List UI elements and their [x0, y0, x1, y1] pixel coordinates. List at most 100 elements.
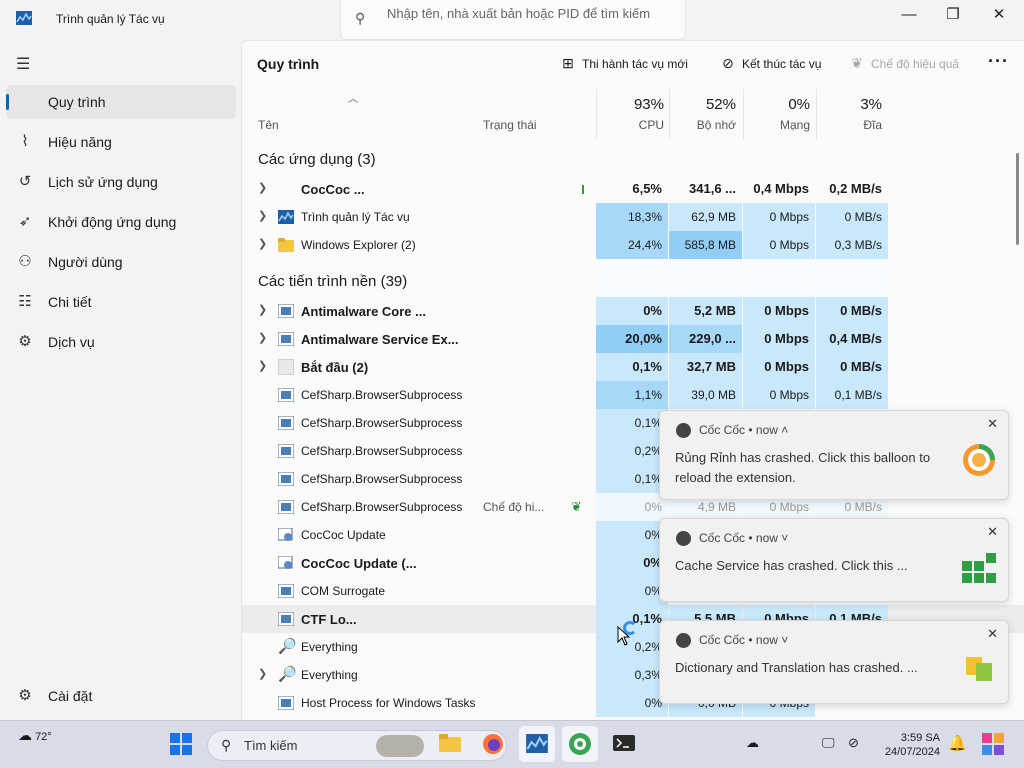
table-row[interactable]: ❯ Antimalware Core ... 0% 5,2 MB 0 Mbps … — [242, 297, 1024, 325]
table-row[interactable]: ❯ Bắt đầu (2) 0,1% 32,7 MB 0 Mbps 0 MB/s — [242, 353, 1024, 381]
terminal-button[interactable] — [606, 726, 642, 762]
column-network[interactable]: Mạng — [743, 118, 810, 132]
sidebar-item-label: Quy trình — [48, 94, 106, 110]
process-name: CefSharp.BrowserSubprocess — [301, 472, 463, 486]
onedrive-icon[interactable]: ☁ — [746, 735, 759, 751]
notification-toast[interactable]: Cốc Cốc • now ˅ ✕ Dictionary and Transla… — [659, 620, 1009, 704]
display-icon[interactable]: 🖵 — [822, 735, 835, 751]
table-row[interactable]: ❯ CocCoc ... 6,5% 341,6 ... 0,4 Mbps 0,2… — [242, 175, 1024, 203]
sidebar-item-users[interactable]: ⚇ Người dùng — [6, 245, 236, 279]
chevron-right-icon[interactable]: ❯ — [258, 237, 267, 250]
efficiency-mode-button[interactable]: ❦ Chế độ hiệu quả — [849, 55, 959, 72]
task-manager-icon — [526, 734, 548, 753]
efficiency-mode-label: Chế độ hiệu quả — [871, 57, 960, 71]
column-cpu[interactable]: CPU — [596, 118, 664, 132]
sidebar-item-services[interactable]: ⚙ Dịch vụ — [6, 325, 236, 359]
service-window-icon — [278, 696, 294, 710]
search-input[interactable]: ⚲ Nhập tên, nhà xuất bản hoặc PID để tìm… — [340, 0, 686, 40]
clock[interactable]: 3:59 SA 24/07/2024 — [878, 731, 940, 759]
sidebar-item-history[interactable]: ↺ Lịch sử ứng dụng — [6, 165, 236, 199]
chevron-right-icon[interactable]: ❯ — [258, 359, 267, 372]
weather-widget[interactable]: ☁ 72° — [18, 727, 52, 744]
cpu-cell: 0,1% — [596, 409, 668, 437]
sidebar-item-startup[interactable]: ➶ Khởi động ứng dụng — [6, 205, 236, 239]
process-name: CefSharp.BrowserSubprocess — [301, 444, 463, 458]
hamburger-menu-icon[interactable]: ☰ — [16, 54, 30, 74]
run-new-task-button[interactable]: ⊞ Thi hành tác vụ mới — [560, 55, 688, 72]
sidebar-item-processes[interactable]: Quy trình — [6, 85, 236, 119]
close-icon[interactable]: ✕ — [987, 416, 998, 432]
column-name[interactable]: Tên — [258, 118, 279, 132]
coccoc-browser-button[interactable] — [562, 726, 598, 762]
sidebar-item-label: Hiệu năng — [48, 134, 112, 150]
memory-total: 52% — [705, 96, 736, 113]
close-icon[interactable]: ✕ — [987, 524, 998, 540]
sidebar-item-label: Khởi động ứng dụng — [48, 214, 177, 230]
column-status[interactable]: Trạng thái — [483, 118, 537, 132]
end-task-button[interactable]: ⊘ Kết thúc tác vụ — [720, 55, 821, 72]
startup-icon: ➶ — [18, 213, 32, 230]
scrollbar[interactable] — [1016, 153, 1019, 245]
settings-button[interactable]: ⚙ Cài đặt — [6, 679, 236, 713]
cache-service-icon — [962, 553, 996, 583]
disk-cell: 0,3 MB/s — [816, 231, 888, 259]
chevron-right-icon[interactable]: ❯ — [258, 303, 267, 316]
table-row[interactable]: ❯ Antimalware Service Ex... 20,0% 229,0 … — [242, 325, 1024, 353]
users-icon: ⚇ — [18, 253, 32, 270]
chevron-right-icon[interactable]: ❯ — [258, 181, 267, 194]
notification-bell-icon[interactable]: 🔔 — [948, 734, 967, 752]
terminal-icon — [613, 735, 635, 751]
services-icon: ⚙ — [18, 333, 32, 350]
performance-icon: ⌇ — [21, 133, 29, 150]
table-row[interactable]: CefSharp.BrowserSubprocess 1,1% 39,0 MB … — [242, 381, 1024, 409]
group-header-background[interactable]: Các tiến trình nền (39) — [258, 273, 407, 290]
group-header-apps[interactable]: Các ứng dụng (3) — [258, 151, 376, 168]
column-disk[interactable]: Đĩa — [816, 118, 882, 132]
cpu-cell: 6,5% — [632, 181, 662, 196]
process-name: CTF Lo... — [301, 612, 357, 627]
history-icon: ↺ — [18, 173, 32, 190]
process-name: Trình quản lý Tác vụ — [301, 210, 410, 224]
process-name: Antimalware Core ... — [301, 304, 426, 319]
notification-message: Rủng Rỉnh has crashed. Click this balloo… — [675, 450, 931, 485]
cpu-cell: 0% — [596, 549, 668, 577]
chevron-right-icon[interactable]: ❯ — [258, 667, 267, 680]
chevron-right-icon[interactable]: ❯ — [258, 331, 267, 344]
process-name: CocCoc ... — [301, 182, 365, 197]
notification-time: now — [755, 633, 778, 647]
sidebar-item-performance[interactable]: ⌇ Hiệu năng — [6, 125, 236, 159]
table-row[interactable]: ❯ Trình quản lý Tác vụ 18,3% 62,9 MB 0 M… — [242, 203, 1024, 231]
service-window-icon — [278, 332, 294, 346]
notification-app-name: Cốc Cốc — [699, 633, 746, 647]
disk-cell: 0 MB/s — [816, 297, 888, 325]
task-manager-taskbar-button[interactable] — [519, 726, 555, 762]
maximize-button[interactable]: ❐ — [930, 0, 976, 32]
disk-cell: 0,2 MB/s — [829, 181, 882, 196]
service-window-icon — [278, 388, 294, 402]
file-explorer-button[interactable] — [432, 726, 468, 762]
chevron-right-icon[interactable]: ❯ — [258, 209, 267, 222]
sort-ascending-icon[interactable]: ︿ — [348, 90, 358, 105]
processes-icon — [16, 93, 34, 111]
notification-toast[interactable]: Cốc Cốc • now ˅ ✕ Cache Service has cras… — [659, 518, 1009, 602]
coccoc-app-icon — [676, 633, 691, 648]
minimize-button[interactable]: — — [886, 0, 932, 32]
process-name: CocCoc Update (... — [301, 556, 417, 571]
sidebar-item-details[interactable]: ☷ Chi tiết — [6, 285, 236, 319]
sidebar-item-label: Lịch sử ứng dụng — [48, 174, 158, 190]
cpu-cell: 18,3% — [596, 203, 668, 231]
copilot-icon[interactable] — [982, 733, 1004, 755]
firefox-button[interactable] — [475, 726, 511, 762]
notification-header: Cốc Cốc • now ˅ — [699, 531, 789, 545]
close-button[interactable]: ✕ — [976, 0, 1022, 32]
column-memory[interactable]: Bộ nhớ — [669, 118, 736, 132]
notification-toast[interactable]: Cốc Cốc • now ˄ ✕ Rủng Rỉnh has crashed.… — [659, 410, 1009, 500]
taskbar: ☁ 72° ⚲ Tìm kiếm ☁ 🖵 ⊘ 3:59 SA 24/07/202… — [0, 720, 1024, 768]
close-icon[interactable]: ✕ — [987, 626, 998, 642]
network-icon[interactable]: ⊘ — [848, 735, 859, 751]
cpu-cell: 20,0% — [596, 325, 668, 353]
windows-start-icon[interactable] — [170, 733, 192, 755]
table-row[interactable]: ❯ Windows Explorer (2) 24,4% 585,8 MB 0 … — [242, 231, 1024, 259]
sidebar: ☰ Quy trình ⌇ Hiệu năng ↺ Lịch sử ứng dụ… — [0, 40, 240, 720]
more-options-icon[interactable]: ··· — [988, 51, 1009, 72]
